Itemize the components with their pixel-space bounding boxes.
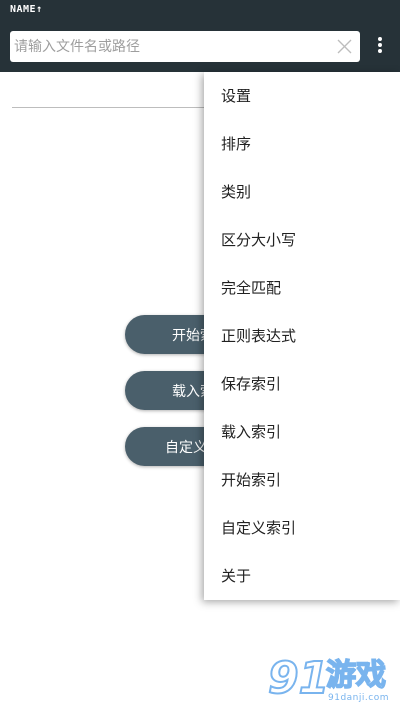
close-icon[interactable] (337, 39, 352, 54)
menu-item-custom-index[interactable]: 自定义索引 (204, 504, 400, 552)
overflow-menu: 设置 排序 类别 区分大小写 完全匹配 正则表达式 保存索引 载入索引 开始索引… (204, 72, 400, 600)
more-vert-icon[interactable] (370, 36, 390, 58)
menu-item-start-index[interactable]: 开始索引 (204, 456, 400, 504)
menu-item-sort[interactable]: 排序 (204, 120, 400, 168)
top-app-bar: NAME↑ (0, 0, 400, 72)
menu-item-case-sensitive[interactable]: 区分大小写 (204, 216, 400, 264)
menu-item-load-index[interactable]: 载入索引 (204, 408, 400, 456)
search-input[interactable] (14, 31, 330, 62)
menu-item-about[interactable]: 关于 (204, 552, 400, 600)
menu-item-exact-match[interactable]: 完全匹配 (204, 264, 400, 312)
menu-item-settings[interactable]: 设置 (204, 72, 400, 120)
divider (12, 107, 212, 108)
watermark-logo: 91 游戏 91danji.com (267, 653, 398, 707)
search-box[interactable] (10, 31, 360, 62)
watermark-text: 游戏 (325, 658, 387, 694)
menu-item-regex[interactable]: 正则表达式 (204, 312, 400, 360)
watermark-url: 91danji.com (328, 693, 389, 703)
menu-item-category[interactable]: 类别 (204, 168, 400, 216)
sort-indicator[interactable]: NAME↑ (10, 4, 43, 15)
menu-item-save-index[interactable]: 保存索引 (204, 360, 400, 408)
watermark-number: 91 (267, 653, 330, 704)
